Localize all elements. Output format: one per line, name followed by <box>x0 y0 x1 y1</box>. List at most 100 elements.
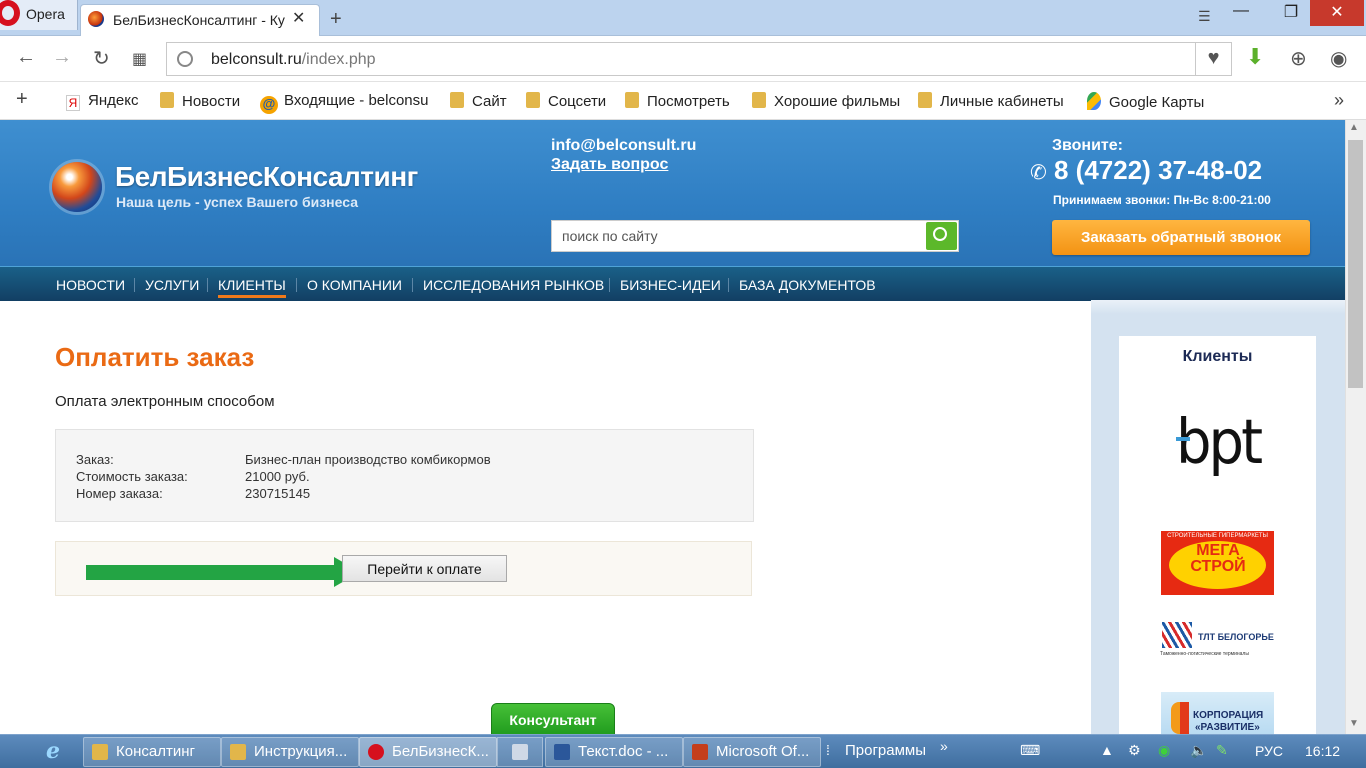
taskbar-item-calculator[interactable] <box>497 737 543 767</box>
speed-dial-icon[interactable]: ▦ <box>132 49 147 69</box>
client-logo-razvitie[interactable]: КОРПОРАЦИЯ «РАЗВИТИЕ» <box>1161 692 1274 734</box>
nav-separator <box>296 278 297 292</box>
order-number-value: 230715145 <box>245 486 311 501</box>
client-logo-bpt[interactable]: bpt <box>1176 407 1263 479</box>
clients-title: Клиенты <box>1182 348 1253 365</box>
language-indicator[interactable]: РУС <box>1255 743 1283 759</box>
scrollbar-thumb[interactable] <box>1348 140 1363 388</box>
ask-question-link[interactable]: Задать вопрос <box>551 156 668 174</box>
phone-number[interactable]: ✆ 8 (4722) 37-48-02 <box>1030 155 1262 186</box>
bookmark-label: Соцсети <box>548 93 607 110</box>
keyboard-icon[interactable]: ⌨ <box>1020 742 1040 759</box>
nav-documents[interactable]: БАЗА ДОКУМЕНТОВ <box>739 277 876 293</box>
taskbar-clock[interactable]: 16:12 <box>1305 743 1340 759</box>
bookmark-site[interactable]: Сайт <box>450 92 507 110</box>
bookmark-social[interactable]: Соцсети <box>526 92 606 110</box>
nav-active-indicator <box>218 295 286 298</box>
taskbar-item-consulting[interactable]: Консалтинг <box>83 737 221 767</box>
tray-expand-icon[interactable]: ▲ <box>1100 742 1114 758</box>
taskbar-item-word[interactable]: Текст.doc - ... <box>545 737 683 767</box>
tab-favicon-icon <box>88 11 104 27</box>
tlt-subtitle: Таможенно-логистические терминалы <box>1160 651 1249 657</box>
bpt-accent-mark <box>1176 437 1190 441</box>
add-bookmark-icon[interactable]: + <box>16 88 28 111</box>
logo-globe-icon[interactable] <box>52 162 102 212</box>
client-logo-tlt[interactable]: ТЛТ БЕЛОГОРЬЕ Таможенно-логистические те… <box>1160 618 1276 662</box>
callback-button[interactable]: Заказать обратный звонок <box>1052 220 1310 255</box>
go-to-payment-button[interactable]: Перейти к оплате <box>342 555 507 582</box>
bookmark-label: Новости <box>182 93 241 110</box>
update-icon[interactable]: ⊕ <box>1290 46 1307 71</box>
order-value: Бизнес-план производство комбикормов <box>245 452 491 467</box>
network-icon[interactable]: ⚙ <box>1128 742 1141 759</box>
nav-market-research[interactable]: ИССЛЕДОВАНИЯ РЫНКОВ <box>423 277 604 293</box>
nav-separator <box>609 278 610 292</box>
razvitie-mark-icon <box>1171 702 1189 734</box>
nav-clients[interactable]: КЛИЕНТЫ <box>218 277 286 293</box>
call-label: Звоните: <box>1052 137 1123 154</box>
contact-email-link[interactable]: info@belconsult.ru <box>551 137 696 155</box>
bookmark-accounts[interactable]: Личные кабинеты <box>918 92 1064 110</box>
download-icon[interactable]: ⬇ <box>1246 44 1264 70</box>
nav-about[interactable]: О КОМПАНИИ <box>307 277 402 293</box>
internet-explorer-icon[interactable]: e <box>46 738 60 764</box>
address-bar[interactable]: belconsult.ru/index.php <box>166 42 1196 76</box>
taskbar-item-instruction[interactable]: Инструкция... <box>221 737 359 767</box>
bookmark-news[interactable]: Новости <box>160 92 240 110</box>
forward-icon[interactable]: → <box>52 46 72 69</box>
sidebar-top-gradient <box>1091 300 1345 314</box>
opera-icon <box>368 744 384 760</box>
bookmark-label: Google Карты <box>1109 94 1205 111</box>
scroll-down-icon[interactable]: ▼ <box>1349 718 1359 729</box>
bookmark-good-movies[interactable]: Хорошие фильмы <box>752 92 900 110</box>
site-info-icon[interactable] <box>177 51 193 67</box>
site-search-input[interactable]: поиск по сайту <box>551 220 959 252</box>
page-subtitle: Оплата электронным способом <box>55 393 275 410</box>
office-icon <box>692 744 708 760</box>
folder-icon <box>160 92 174 108</box>
order-label: Заказ: <box>76 452 114 467</box>
window-close-icon[interactable]: ✕ <box>1310 0 1364 26</box>
bookmark-label: Посмотреть <box>647 93 730 110</box>
bookmark-inbox[interactable]: @ Входящие - belconsu <box>260 92 432 114</box>
bookmark-google-maps[interactable]: Google Карты <box>1087 92 1204 111</box>
order-number-label: Номер заказа: <box>76 486 163 501</box>
bookmark-yandex[interactable]: Я Яндекс <box>66 92 138 111</box>
search-button[interactable] <box>926 222 957 250</box>
back-icon[interactable]: ← <box>16 46 36 69</box>
bookmark-label: Входящие - belconsu <box>284 92 429 109</box>
bookmarks-overflow-icon[interactable]: » <box>1334 90 1344 111</box>
scroll-up-icon[interactable]: ▲ <box>1349 122 1359 133</box>
browser-tab[interactable]: БелБизнесКонсалтинг - Ку <box>80 4 320 36</box>
tray-green-app-icon[interactable]: ◉ <box>1158 742 1170 759</box>
bookmark-label: Сайт <box>472 93 507 110</box>
consultant-chat-button[interactable]: Консультант <box>491 703 615 737</box>
page-title: Оплатить заказ <box>55 342 255 372</box>
client-logo-megastroy[interactable]: СТРОИТЕЛЬНЫЕ ГИПЕРМАРКЕТЫ МЕГА СТРОЙ <box>1161 531 1274 595</box>
megastroy-tagline: СТРОИТЕЛЬНЫЕ ГИПЕРМАРКЕТЫ <box>1167 533 1268 539</box>
account-icon[interactable]: ◉ <box>1330 46 1347 71</box>
taskbar-item-opera[interactable]: БелБизнесК... <box>359 737 497 767</box>
volume-icon[interactable]: 🔈 <box>1190 742 1207 759</box>
cost-label: Стоимость заказа: <box>76 469 188 484</box>
window-minimize-icon[interactable]: — <box>1218 0 1264 26</box>
taskbar-item-office[interactable]: Microsoft Of... <box>683 737 821 767</box>
nav-business-ideas[interactable]: БИЗНЕС-ИДЕИ <box>620 277 721 293</box>
new-tab-icon[interactable]: + <box>330 8 342 31</box>
folder-icon <box>526 92 540 108</box>
tray-pen-icon[interactable]: ✎ <box>1216 742 1228 759</box>
programs-toolbar[interactable]: Программы <box>845 742 926 759</box>
reload-icon[interactable]: ↻ <box>93 46 110 71</box>
taskbar-label: Текст.doc - ... <box>578 743 669 760</box>
bookmark-heart-icon[interactable]: ♥ <box>1196 42 1232 76</box>
tab-close-icon[interactable]: ✕ <box>292 8 305 28</box>
nav-services[interactable]: УСЛУГИ <box>145 277 199 293</box>
programs-overflow-icon[interactable]: » <box>940 738 948 754</box>
site-brand[interactable]: БелБизнесКонсалтинг <box>115 161 418 193</box>
razvitie-line1: КОРПОРАЦИЯ <box>1193 710 1264 721</box>
nav-separator <box>134 278 135 292</box>
nav-news[interactable]: НОВОСТИ <box>56 277 125 293</box>
bookmark-watch[interactable]: Посмотреть <box>625 92 730 110</box>
nav-separator <box>728 278 729 292</box>
window-maximize-icon[interactable]: ❐ <box>1276 2 1306 28</box>
